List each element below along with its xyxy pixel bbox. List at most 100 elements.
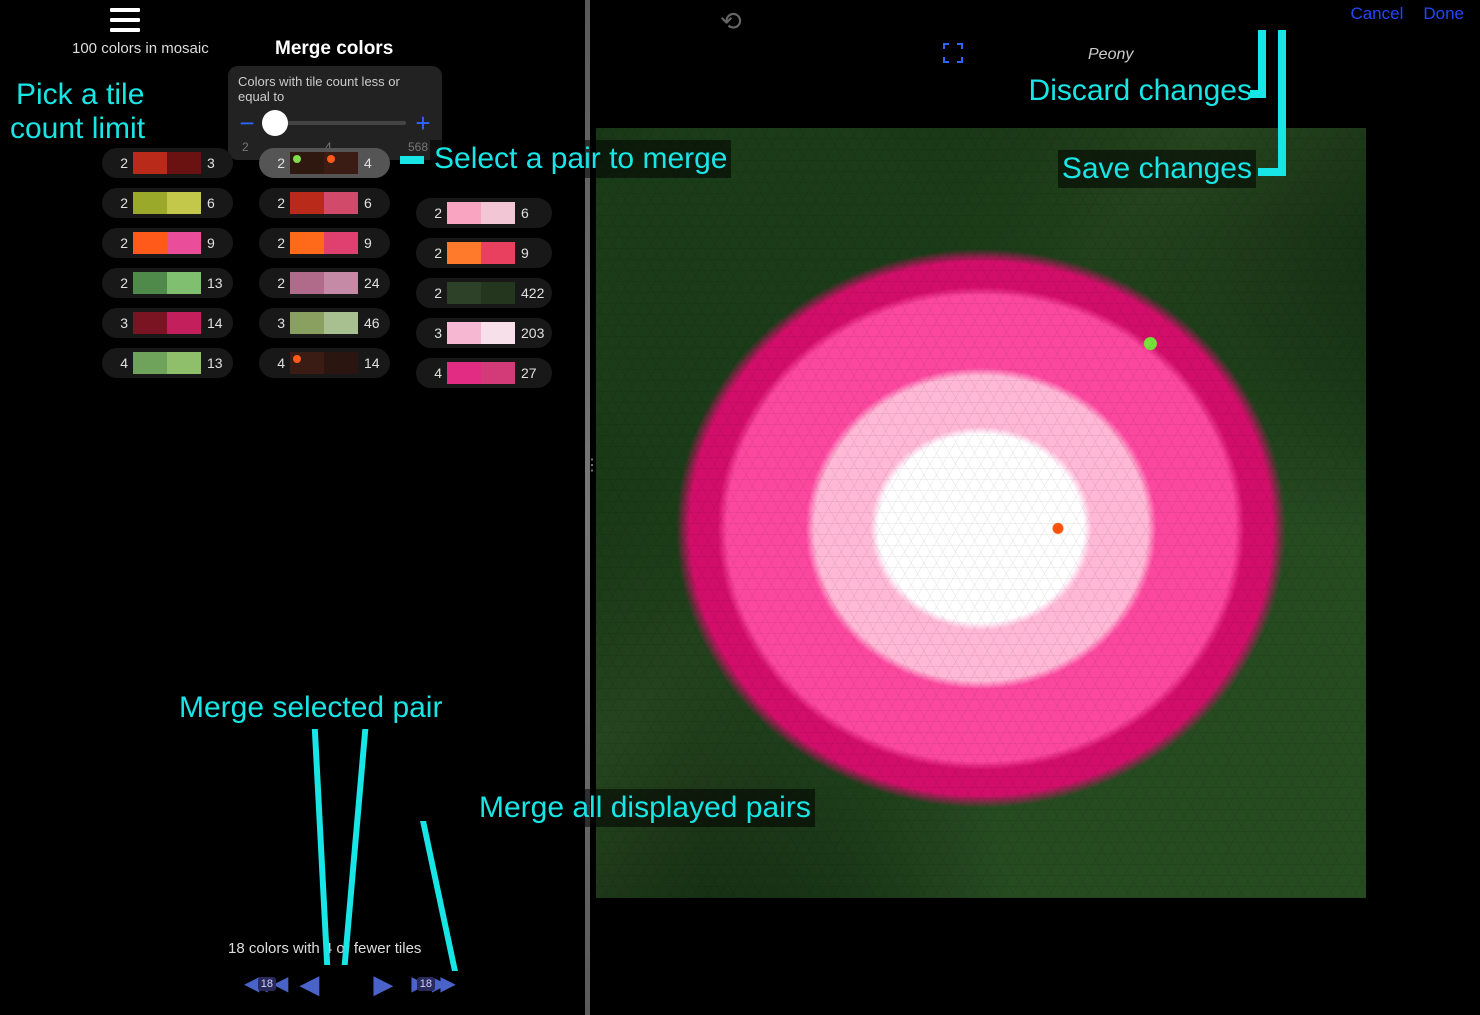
color-pair[interactable]: 24 xyxy=(259,148,390,178)
swatch-left xyxy=(290,312,324,334)
right-count: 4 xyxy=(364,155,382,171)
swatch-left xyxy=(133,272,167,294)
swatch-right xyxy=(481,282,515,304)
right-count: 46 xyxy=(364,315,382,331)
left-count: 2 xyxy=(424,285,442,301)
right-count: 14 xyxy=(364,355,382,371)
swatch-left xyxy=(133,232,167,254)
annotation: Pick a tile xyxy=(12,76,148,114)
color-pair[interactable]: 2 13 xyxy=(102,268,233,298)
color-pair[interactable]: 314 xyxy=(102,308,233,338)
swatch-right xyxy=(324,232,358,254)
slider-thumb[interactable] xyxy=(262,110,288,136)
right-count: 13 xyxy=(207,355,225,371)
swatch-left xyxy=(447,282,481,304)
swatch-right xyxy=(167,352,201,374)
swatch-right xyxy=(167,232,201,254)
color-pair[interactable]: 3203 xyxy=(416,318,552,348)
tile-count-slider-panel: Colors with tile count less or equal to … xyxy=(228,66,442,160)
right-count: 27 xyxy=(521,365,539,381)
left-count: 4 xyxy=(424,365,442,381)
mosaic-preview[interactable] xyxy=(596,128,1366,898)
swatch-left xyxy=(290,352,324,374)
color-pair[interactable]: 2 422 xyxy=(416,278,552,308)
swatch-left xyxy=(133,192,167,214)
annotation: Save changes xyxy=(1058,150,1256,188)
annotation: Merge all displayed pairs xyxy=(475,789,815,827)
swatch-right xyxy=(481,322,515,344)
swatch-left xyxy=(290,152,324,174)
slider-decrement[interactable]: − xyxy=(238,110,256,136)
left-count: 2 xyxy=(424,205,442,221)
slider-track[interactable] xyxy=(264,121,406,125)
left-count: 2 xyxy=(267,275,285,291)
slider-increment[interactable]: + xyxy=(414,110,432,136)
left-count: 2 xyxy=(424,245,442,261)
swatch-right xyxy=(481,362,515,384)
swatch-left xyxy=(290,272,324,294)
left-count: 4 xyxy=(267,355,285,371)
color-pair[interactable]: 3 46 xyxy=(259,308,390,338)
left-count: 3 xyxy=(267,315,285,331)
right-count: 6 xyxy=(364,195,382,211)
crop-icon[interactable] xyxy=(940,40,966,71)
swatch-right xyxy=(324,352,358,374)
color-pair[interactable]: 4 14 xyxy=(259,348,390,378)
right-count: 6 xyxy=(207,195,225,211)
annotation: Discard changes xyxy=(1025,72,1256,110)
color-pair[interactable]: 29 xyxy=(102,228,233,258)
menu-icon[interactable] xyxy=(110,8,140,32)
swatch-left xyxy=(290,232,324,254)
left-count: 2 xyxy=(110,155,128,171)
left-count: 2 xyxy=(110,275,128,291)
color-pair[interactable]: 4 27 xyxy=(416,358,552,388)
left-count: 2 xyxy=(267,195,285,211)
undo-icon[interactable]: ⟲ xyxy=(720,6,742,37)
swatch-right xyxy=(167,272,201,294)
annotation: count limit xyxy=(6,110,149,148)
done-button[interactable]: Done xyxy=(1423,4,1464,24)
color-pair[interactable]: 29 xyxy=(259,228,390,258)
right-count: 422 xyxy=(521,285,544,301)
color-pair[interactable]: 23 xyxy=(102,148,233,178)
merge-all-right-button[interactable]: ▶18▶▶ xyxy=(411,974,448,994)
left-count: 2 xyxy=(267,155,285,171)
merge-selected-left-button[interactable]: ◀ xyxy=(299,971,319,997)
left-count: 2 xyxy=(267,235,285,251)
left-count: 2 xyxy=(110,235,128,251)
swatch-left xyxy=(447,242,481,264)
right-count: 9 xyxy=(207,235,225,251)
cancel-button[interactable]: Cancel xyxy=(1350,4,1403,24)
merge-all-left-button[interactable]: ◀◀18◀ xyxy=(244,974,281,994)
swatch-right xyxy=(481,242,515,264)
swatch-left xyxy=(447,362,481,384)
right-count: 6 xyxy=(521,205,539,221)
right-count: 9 xyxy=(521,245,539,261)
annotation: Select a pair to merge xyxy=(430,140,731,178)
swatch-left xyxy=(290,192,324,214)
left-count: 3 xyxy=(110,315,128,331)
right-count: 3 xyxy=(207,155,225,171)
merge-selected-right-button[interactable]: ▶ xyxy=(373,971,393,997)
color-pair[interactable]: 26 xyxy=(259,188,390,218)
page-title: Merge colors xyxy=(275,38,393,60)
swatch-left xyxy=(447,322,481,344)
right-count: 203 xyxy=(521,325,544,341)
left-count: 2 xyxy=(110,195,128,211)
right-count: 13 xyxy=(207,275,225,291)
color-pair[interactable]: 26 xyxy=(416,198,552,228)
swatch-right xyxy=(167,192,201,214)
color-pair[interactable]: 29 xyxy=(416,238,552,268)
swatch-right xyxy=(324,152,358,174)
left-count: 4 xyxy=(110,355,128,371)
color-pair[interactable]: 4 13 xyxy=(102,348,233,378)
mosaic-color-count: 100 colors in mosaic xyxy=(72,40,209,57)
color-pair[interactable]: 26 xyxy=(102,188,233,218)
swatch-right xyxy=(481,202,515,224)
color-pair[interactable]: 224 xyxy=(259,268,390,298)
slider-label: Colors with tile count less or equal to xyxy=(238,74,432,104)
swatch-right xyxy=(324,272,358,294)
annotation: Merge selected pair xyxy=(175,689,446,727)
swatch-right xyxy=(167,152,201,174)
right-count: 9 xyxy=(364,235,382,251)
